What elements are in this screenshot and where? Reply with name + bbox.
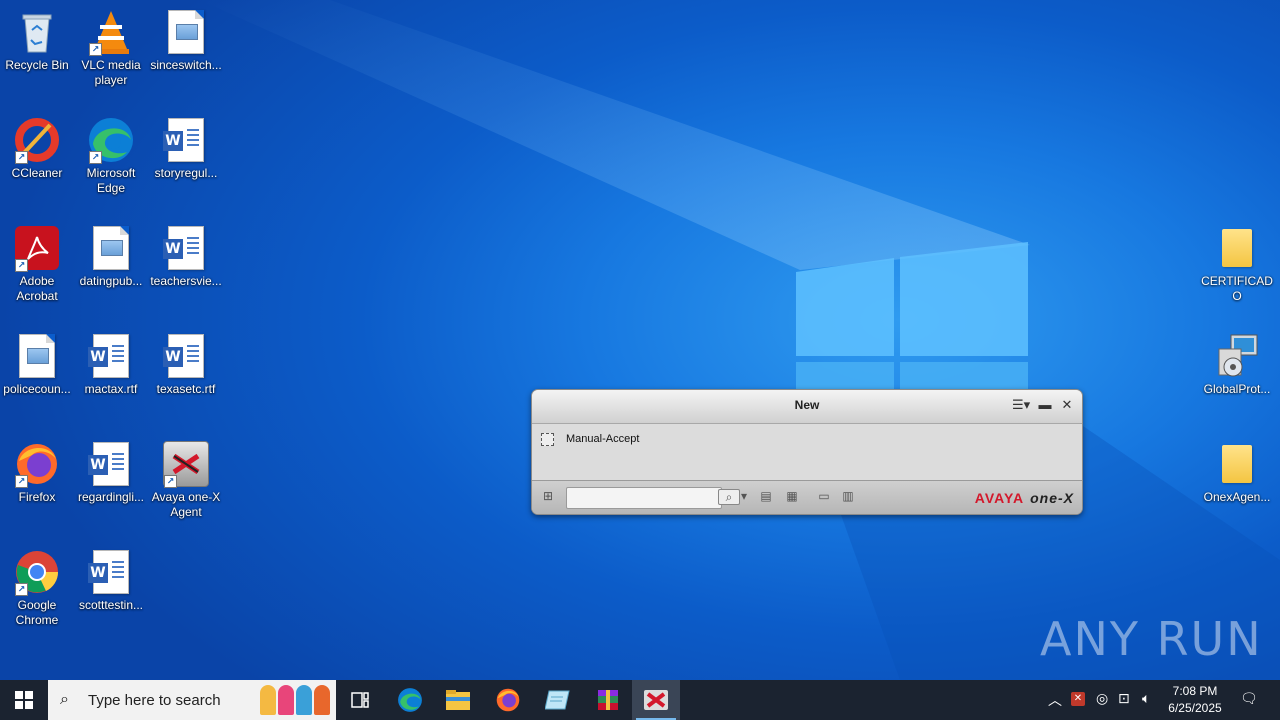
taskbar-winrar[interactable] <box>584 680 632 720</box>
search-icon: ⌕ <box>60 691 69 708</box>
edge-icon <box>398 688 422 712</box>
folder-icon <box>1213 440 1261 488</box>
keypad-icon[interactable]: ▦ <box>784 489 800 503</box>
desktop-icon-recycle-bin[interactable]: Recycle Bin <box>1 8 73 73</box>
desktop-icon-sinceswitch[interactable]: sinceswitch... <box>150 8 222 73</box>
desktop-icon-datingpub[interactable]: datingpub... <box>75 224 147 289</box>
anyrun-watermark: ANY RUN <box>1040 612 1263 666</box>
folder-icon <box>446 690 470 710</box>
clock-date: 6/25/2025 <box>1168 701 1222 715</box>
word-doc-icon: W <box>87 332 135 380</box>
desktop-icon-texasetc[interactable]: W texasetc.rtf <box>150 332 222 397</box>
chrome-icon: ↗ <box>13 548 61 596</box>
taskbar-search-box[interactable]: ⌕ Type here to search <box>48 680 336 720</box>
avaya-icon <box>644 690 668 710</box>
dial-search-input[interactable] <box>566 487 722 509</box>
word-doc-icon: W <box>162 116 210 164</box>
search-highlight-icon <box>260 685 330 715</box>
desktop-icon-regardingli[interactable]: W regardingli... <box>75 440 147 505</box>
tray-app-icon[interactable]: ◎ <box>1096 690 1108 707</box>
tray-avaya-icon[interactable]: ✕ <box>1071 692 1085 706</box>
taskbar-avaya-agent[interactable] <box>632 680 680 720</box>
installer-icon <box>1213 332 1261 380</box>
dialpad-icon[interactable]: ⊞ <box>540 489 556 503</box>
taskbar-app-notepad[interactable] <box>534 680 582 720</box>
taskbar-firefox[interactable] <box>484 680 532 720</box>
show-hidden-icons-chevron-icon[interactable]: ︿ <box>1048 690 1062 710</box>
image-file-icon <box>162 8 210 56</box>
word-doc-icon: W <box>162 332 210 380</box>
manual-accept-checkbox[interactable] <box>541 433 554 446</box>
window-icon[interactable]: ▭ <box>816 489 832 503</box>
desktop-icon-mactax[interactable]: W mactax.rtf <box>75 332 147 397</box>
layout-icon[interactable]: ▥ <box>840 489 856 503</box>
taskbar-edge[interactable] <box>386 680 434 720</box>
volume-icon[interactable]: 🔈︎ <box>1142 690 1150 707</box>
window-toolbar: ⊞ ⌕ ▾ ▤ ▦ ▭ ▥ AVAYA one-X <box>532 481 1082 514</box>
image-file-icon <box>13 332 61 380</box>
folder-icon <box>1213 224 1261 272</box>
windows-logo-wallpaper <box>796 242 1028 402</box>
taskbar: ⌕ Type here to search ︿ ✕ ◎ ⊡ 🔈︎ 7:08 PM… <box>0 680 1280 720</box>
edge-icon: ↗ <box>87 116 135 164</box>
close-button[interactable]: ✕ <box>1058 396 1076 414</box>
start-button[interactable] <box>0 680 48 720</box>
desktop-icon-storyregul[interactable]: W storyregul... <box>150 116 222 181</box>
avaya-onex-logo: AVAYA one-X <box>974 490 1074 506</box>
notifications-icon[interactable]: 🗨︎ <box>1240 690 1258 707</box>
search-icon[interactable]: ⌕ <box>718 489 740 505</box>
recycle-bin-icon <box>13 8 61 56</box>
network-icon[interactable]: ⊡ <box>1118 690 1130 707</box>
taskbar-clock[interactable]: 7:08 PM 6/25/2025 <box>1162 683 1228 717</box>
search-dropdown-icon[interactable]: ▾ <box>740 489 748 503</box>
manual-accept-label: Manual-Accept <box>566 433 640 445</box>
avaya-icon: ↗ <box>162 440 210 488</box>
word-doc-icon: W <box>87 440 135 488</box>
window-menu-icon[interactable]: ☰▾ <box>1012 396 1030 414</box>
notepad-icon <box>545 690 570 710</box>
firefox-icon: ↗ <box>13 440 61 488</box>
window-titlebar[interactable]: New ☰▾ ▬ ✕ <box>532 390 1082 424</box>
desktop-icon-policecoun[interactable]: policecoun... <box>1 332 73 397</box>
desktop-icon-adobe-acrobat[interactable]: ↗ Adobe Acrobat <box>1 224 73 304</box>
desktop-icon-globalprot[interactable]: GlobalProt... <box>1201 332 1273 397</box>
desktop-icon-teachersvie[interactable]: W teachersvie... <box>150 224 222 289</box>
avaya-agent-window: New ☰▾ ▬ ✕ Manual-Accept ⊞ ⌕ ▾ ▤ ▦ ▭ ▥ A… <box>531 389 1083 515</box>
desktop-icon-microsoft-edge[interactable]: ↗ Microsoft Edge <box>75 116 147 196</box>
desktop-icon-vlc[interactable]: ↗ VLC media player <box>75 8 147 88</box>
window-title: New <box>794 398 820 412</box>
image-file-icon <box>87 224 135 272</box>
window-body: Manual-Accept <box>532 424 1082 481</box>
contacts-book-icon[interactable]: ▤ <box>758 489 774 503</box>
word-doc-icon: W <box>162 224 210 272</box>
taskbar-search-placeholder: Type here to search <box>88 692 221 709</box>
task-view-icon <box>351 692 369 708</box>
windows-start-icon <box>15 691 33 709</box>
desktop-icon-certificado[interactable]: CERTIFICADO <box>1201 224 1273 304</box>
desktop-icon-google-chrome[interactable]: ↗ Google Chrome <box>1 548 73 628</box>
desktop: Recycle Bin ↗ CCleaner ↗ Adobe Acrobat p… <box>0 0 1280 680</box>
desktop-icon-avaya-one-x-agent[interactable]: ↗ Avaya one-X Agent <box>150 440 222 520</box>
desktop-icon-firefox[interactable]: ↗ Firefox <box>1 440 73 505</box>
task-view-button[interactable] <box>336 680 384 720</box>
desktop-icon-scotttestin[interactable]: W scotttestin... <box>75 548 147 613</box>
vlc-icon: ↗ <box>87 8 135 56</box>
firefox-icon <box>496 688 520 712</box>
winrar-icon <box>598 690 618 710</box>
desktop-icon-ccleaner[interactable]: ↗ CCleaner <box>1 116 73 181</box>
desktop-icon-onexagen[interactable]: OnexAgen... <box>1201 440 1273 505</box>
ccleaner-icon: ↗ <box>13 116 61 164</box>
minimize-button[interactable]: ▬ <box>1036 396 1054 414</box>
word-doc-icon: W <box>87 548 135 596</box>
clock-time: 7:08 PM <box>1172 684 1218 698</box>
taskbar-file-explorer[interactable] <box>434 680 482 720</box>
acrobat-icon: ↗ <box>13 224 61 272</box>
